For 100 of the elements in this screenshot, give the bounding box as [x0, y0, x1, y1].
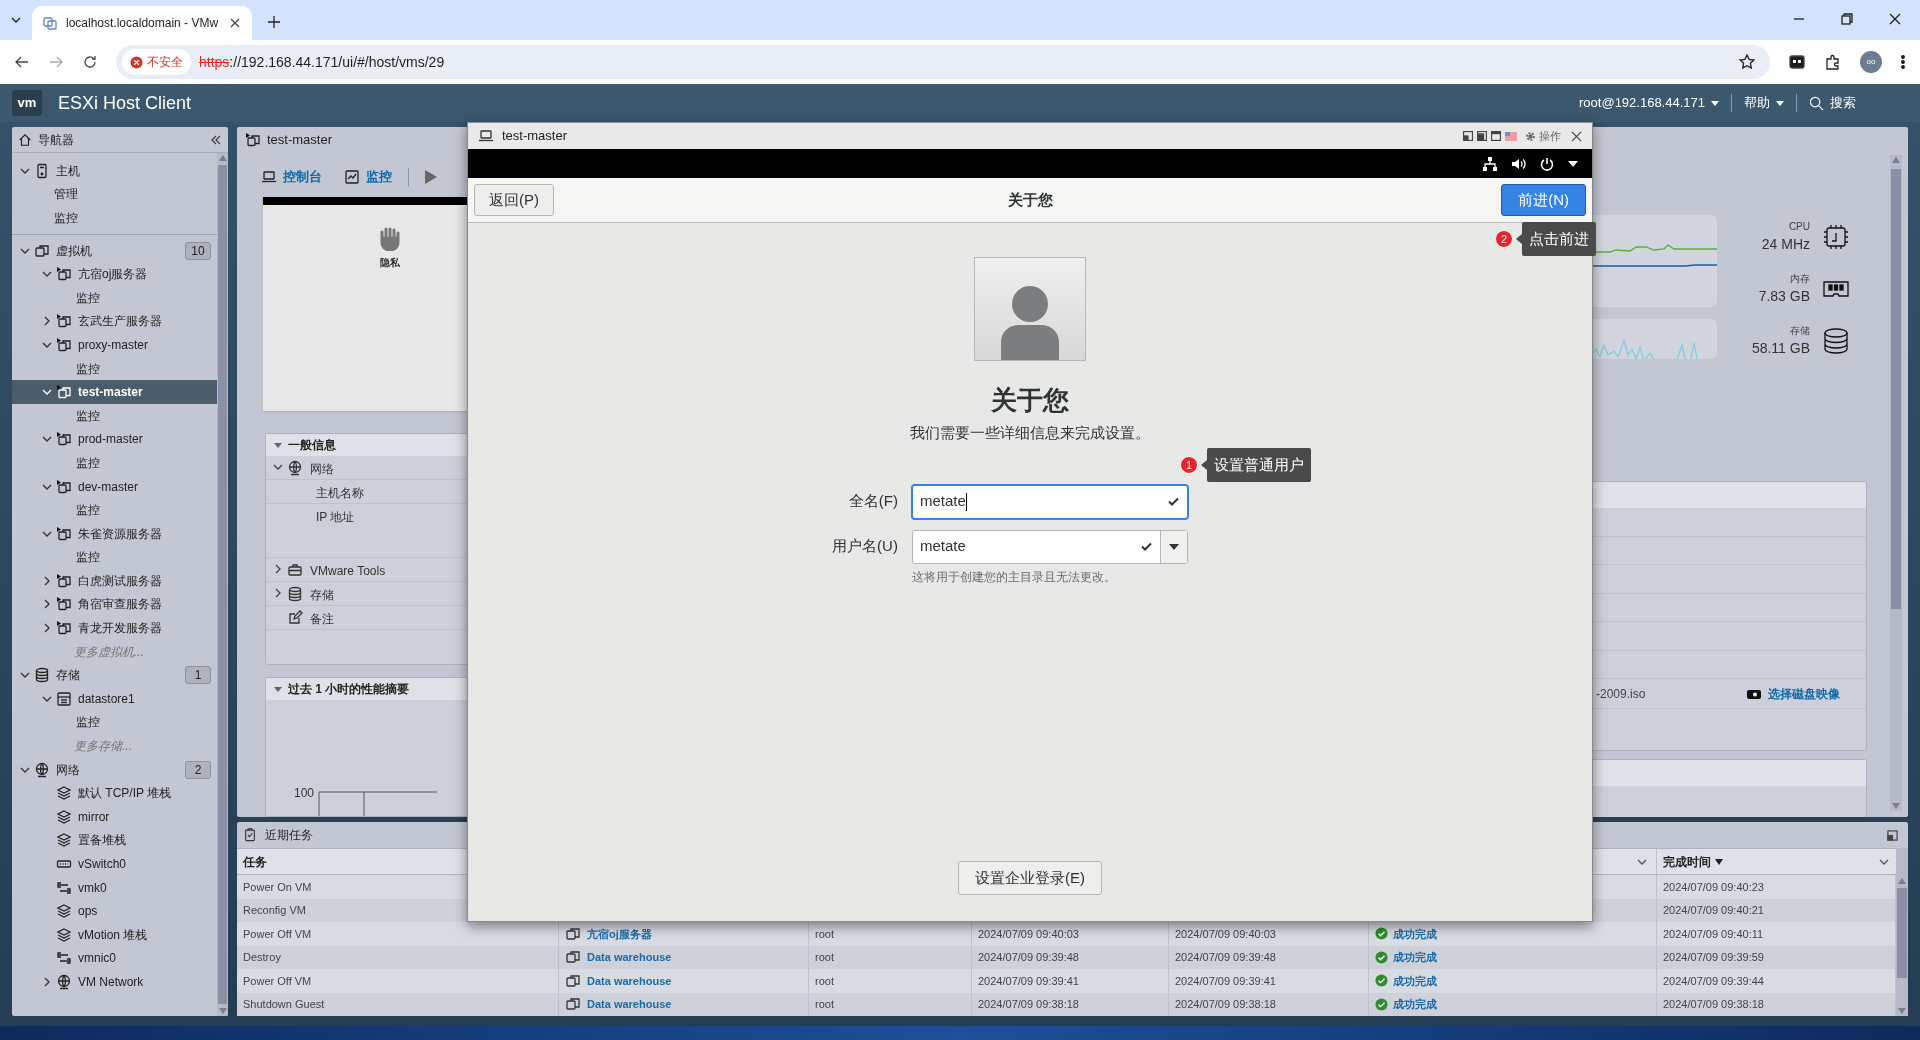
tree-item[interactable]: proxy-master [12, 333, 217, 357]
keyboard-layout-icon[interactable] [1505, 131, 1517, 141]
profile-avatar[interactable]: oo [1860, 51, 1882, 73]
power-icon[interactable] [1540, 156, 1554, 171]
column-header[interactable]: 完成时间 [1657, 849, 1896, 875]
volume-icon[interactable] [1511, 156, 1526, 171]
close-icon[interactable] [1571, 130, 1582, 142]
tree-item[interactable]: 监控 [12, 206, 217, 230]
scrollbar-thumb[interactable] [218, 165, 227, 1004]
tree-item[interactable]: 监控 [12, 285, 217, 310]
puzzle-icon[interactable] [1824, 53, 1842, 71]
tree-item[interactable]: 存储 1 [12, 663, 217, 688]
tree-item[interactable]: vmk0 [12, 875, 217, 900]
scrollbar-thumb[interactable] [1891, 169, 1901, 609]
new-tab-icon[interactable] [266, 14, 282, 30]
section-title: 一般信息 [288, 437, 336, 454]
tree-item[interactable]: 虚拟机 10 [12, 238, 217, 263]
back-icon[interactable] [14, 54, 30, 70]
layers-icon [56, 903, 72, 920]
column-header[interactable]: 任务 [243, 852, 267, 871]
security-chip[interactable]: 不安全 [122, 49, 191, 75]
window-size-icon[interactable] [1491, 131, 1501, 141]
tree-item[interactable]: 玄武生产服务器 [12, 309, 217, 334]
select-image-link[interactable]: 选择磁盘映像 [1746, 684, 1840, 703]
tree-item[interactable]: 监控 [12, 451, 217, 475]
vm-link[interactable]: 亢宿oj服务器 [565, 925, 652, 943]
text-input[interactable]: metate [911, 529, 1188, 564]
vm-icon [565, 926, 581, 942]
expanded-triangle-icon[interactable] [274, 686, 282, 692]
app-title: ESXi Host Client [58, 91, 192, 115]
count-badge: 1 [185, 666, 211, 685]
tree-item[interactable]: 白虎测试服务器 [12, 569, 217, 593]
enterprise-login-button[interactable]: 设置企业登录(E) [958, 861, 1102, 895]
close-icon[interactable] [228, 16, 242, 30]
more-icon[interactable] [1900, 54, 1906, 70]
restore-icon[interactable] [1840, 12, 1854, 26]
bookmark-star-icon[interactable] [1738, 53, 1756, 71]
network-icon[interactable] [1483, 156, 1497, 171]
vm-icon [56, 266, 72, 283]
extension-icon[interactable] [1788, 53, 1806, 71]
play-icon[interactable] [425, 170, 437, 184]
text-input[interactable]: metate [911, 484, 1188, 519]
tree-item[interactable]: datastore1 [12, 687, 217, 711]
vm-link[interactable]: Data warehouse [565, 996, 672, 1013]
tree-item[interactable]: 角宿审查服务器 [12, 592, 217, 617]
tree-item[interactable]: vMotion 堆栈 [12, 923, 217, 947]
back-button[interactable]: 返回(P) [474, 184, 554, 216]
layers-icon [56, 926, 72, 943]
tree-item[interactable]: dev-master [12, 474, 217, 499]
console-thumbnail[interactable]: 隐私 [263, 197, 467, 411]
tree-item[interactable]: 默认 TCP/IP 堆栈 [12, 781, 217, 806]
reload-icon[interactable] [82, 54, 98, 70]
actions-menu[interactable]: 操作 [1525, 127, 1561, 145]
collapse-icon[interactable] [210, 133, 222, 146]
avatar-frame[interactable] [974, 257, 1086, 361]
vm-icon [56, 313, 72, 330]
tree-item[interactable]: 青龙开发服务器 [12, 616, 217, 640]
vm-link[interactable]: Data warehouse [565, 972, 672, 990]
tree-item[interactable]: 置备堆栈 [12, 828, 217, 853]
tree-item[interactable]: 监控 [12, 403, 217, 428]
scrollbar-thumb[interactable] [1897, 888, 1907, 978]
address-field[interactable]: https://192.168.44.171/ui/#/host/vms/29 [199, 51, 1730, 73]
tree-item[interactable]: vSwitch0 [12, 852, 217, 876]
tree-item[interactable]: VM Network [12, 970, 217, 994]
window-size-icon[interactable] [1477, 131, 1487, 141]
dropdown-button[interactable] [1159, 530, 1187, 563]
browser-tab[interactable]: localhost.localdomain - VMw [32, 6, 252, 40]
help-menu[interactable]: 帮助 [1732, 93, 1796, 113]
tree-item[interactable]: 亢宿oj服务器 [12, 262, 217, 286]
window-size-icon[interactable] [1463, 131, 1473, 141]
tree-item[interactable]: 网络 2 [12, 757, 217, 782]
caret-icon[interactable] [1568, 160, 1578, 167]
tree-item[interactable]: mirror [12, 805, 217, 829]
clipboard-icon [243, 828, 257, 842]
search-button[interactable]: 搜索 [1797, 93, 1868, 113]
maximize-icon[interactable] [1887, 829, 1898, 841]
user-menu[interactable]: root@192.168.44.171 [1567, 93, 1731, 113]
tree-item[interactable]: prod-master [12, 427, 217, 452]
tree-item[interactable]: vmnic0 [12, 946, 217, 971]
globe-icon [56, 974, 72, 990]
layers-icon [56, 785, 72, 802]
tree-item[interactable]: 监控 [12, 710, 217, 735]
tree-item[interactable]: test-master [12, 380, 217, 404]
vm-icon [565, 996, 581, 1013]
vm-icon [56, 336, 72, 353]
close-icon[interactable] [1888, 12, 1902, 26]
vm-link[interactable]: Data warehouse [565, 949, 672, 966]
tree-item[interactable]: 朱雀资源服务器 [12, 521, 217, 546]
status-text: 成功完成 [1375, 996, 1437, 1013]
expanded-triangle-icon[interactable] [274, 442, 282, 448]
status-text: 成功完成 [1375, 972, 1437, 990]
next-button[interactable]: 前进(N) [1501, 184, 1586, 216]
tree-item[interactable]: ops [12, 899, 217, 923]
tree-item[interactable]: 监控 [12, 545, 217, 570]
tree-item[interactable]: 主机 [12, 159, 217, 183]
tree-item[interactable]: 管理 [12, 182, 217, 207]
tree-item[interactable]: 监控 [12, 356, 217, 381]
vm-icon [56, 525, 72, 542]
tree-item[interactable]: 监控 [12, 498, 217, 522]
scroll-up-icon [1892, 157, 1900, 163]
